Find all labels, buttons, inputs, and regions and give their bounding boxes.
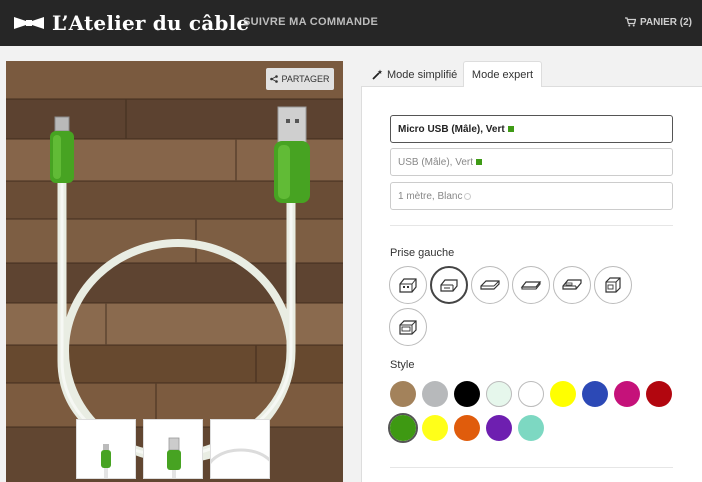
style-swatch-mint[interactable] (486, 381, 512, 407)
divider (390, 225, 673, 226)
style-swatch-turquoise[interactable] (518, 415, 544, 441)
green-square-icon (476, 159, 483, 165)
share-icon (270, 75, 279, 83)
part-selector-left-plug[interactable]: Micro USB (Mâle), Vert (390, 115, 673, 143)
mode-tabs: Mode simplifié Mode expert (361, 61, 702, 88)
tab-simple-label: Mode simplifié (387, 68, 458, 81)
connector-mini-usb[interactable] (471, 266, 509, 304)
style-swatch-red[interactable] (646, 381, 672, 407)
share-button[interactable]: PARTAGER (266, 68, 334, 90)
style-swatch-white[interactable] (518, 381, 544, 407)
connector-lightning[interactable] (553, 266, 591, 304)
brand-name: L’Atelier du câble (52, 11, 250, 35)
thumbnail-3[interactable] (210, 419, 270, 479)
top-bar: L’Atelier du câble SUIVRE MA COMMANDE PA… (0, 0, 702, 46)
style-swatch-blue[interactable] (582, 381, 608, 407)
connector-usb-b[interactable] (594, 266, 632, 304)
cart-label: PANIER (2) (639, 16, 692, 28)
connector-section-title: Prise gauche (390, 247, 455, 259)
configurator-panel: Micro USB (Mâle), Vert USB (Mâle), Vert … (361, 87, 702, 482)
track-order-link[interactable]: SUIVRE MA COMMANDE (243, 0, 378, 44)
style-section-title: Style (390, 359, 415, 371)
thumbnail-2[interactable] (143, 419, 203, 479)
mini-usb-icon (480, 280, 500, 290)
style-swatch-brown[interactable] (390, 381, 416, 407)
usb-a-female-icon (399, 320, 417, 335)
share-label: PARTAGER (281, 74, 330, 84)
connector-usb-a[interactable] (389, 266, 427, 304)
style-swatch-black[interactable] (454, 381, 480, 407)
usb-c-icon (520, 281, 542, 290)
style-swatch-yellow[interactable] (550, 381, 576, 407)
divider (390, 467, 673, 468)
part-cable-text: 1 mètre, Blanc (398, 190, 463, 202)
thumbnail-1[interactable] (76, 419, 136, 479)
tab-expert-mode[interactable]: Mode expert (463, 61, 542, 88)
bowtie-logo-icon (14, 17, 44, 29)
connector-usb-c[interactable] (512, 266, 550, 304)
micro-usb-icon (440, 279, 458, 292)
cart-button[interactable]: PANIER (2) (624, 0, 692, 44)
brand[interactable]: L’Atelier du câble (14, 0, 249, 46)
style-swatch-green[interactable] (390, 415, 416, 441)
part-left-plug-text: Micro USB (Mâle), Vert (398, 123, 505, 135)
green-square-icon (507, 126, 514, 132)
thumbnail-micro-usb-image (101, 444, 111, 478)
magic-wand-icon (372, 69, 383, 80)
part-selector-cable[interactable]: 1 mètre, Blanc (390, 182, 673, 210)
connector-micro-usb[interactable] (430, 266, 468, 304)
connector-usb-a-female[interactable] (389, 308, 427, 346)
lightning-connector-icon (562, 279, 582, 290)
style-swatch-magenta[interactable] (614, 381, 640, 407)
thumbnail-usb-image (167, 437, 181, 478)
cart-icon (624, 17, 636, 27)
usb-a-icon (399, 278, 417, 293)
style-swatch-grey[interactable] (422, 381, 448, 407)
tab-simple-mode[interactable]: Mode simplifié (365, 61, 465, 88)
usb-b-icon (605, 277, 621, 293)
style-swatch-purple[interactable] (486, 415, 512, 441)
thumbnail-cable-loop-image (211, 448, 269, 465)
white-circle-icon (464, 192, 472, 200)
part-selector-right-plug[interactable]: USB (Mâle), Vert (390, 148, 673, 176)
style-swatch-orange[interactable] (454, 415, 480, 441)
part-right-plug-text: USB (Mâle), Vert (398, 156, 474, 168)
style-swatch-lemon[interactable] (422, 415, 448, 441)
tab-expert-label: Mode expert (471, 68, 534, 81)
